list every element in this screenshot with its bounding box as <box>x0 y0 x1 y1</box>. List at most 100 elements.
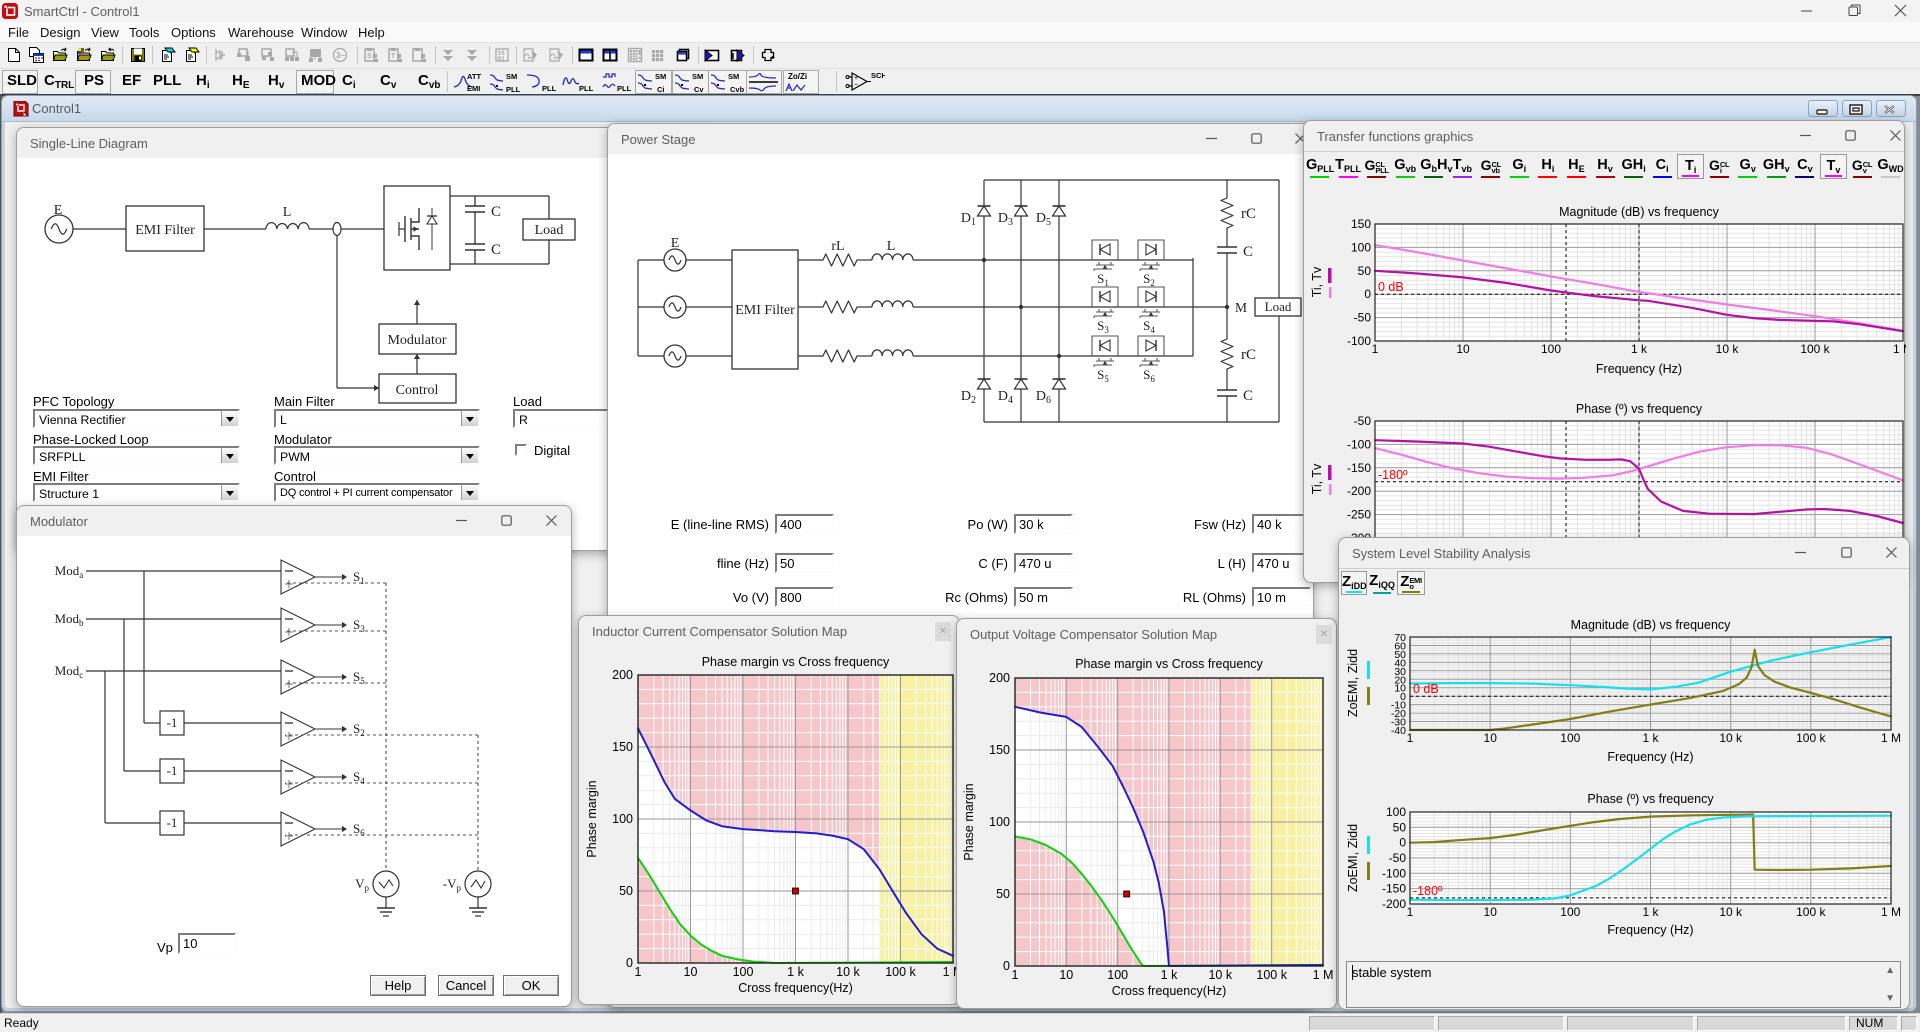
svg-text:PLL: PLL <box>506 85 521 93</box>
svg-text:3~: 3~ <box>336 51 345 60</box>
svg-text:S: S <box>367 53 372 60</box>
svg-text:1: 1 <box>1012 968 1019 982</box>
svg-text:150: 150 <box>989 743 1010 757</box>
svg-text:ZoEMI, Zidd: ZoEMI, Zidd <box>1346 649 1360 717</box>
svg-text:C: C <box>491 242 501 258</box>
svg-text:C: C <box>1243 244 1253 260</box>
svg-text:150: 150 <box>1351 217 1371 231</box>
svg-text:Cvb: Cvb <box>730 85 745 93</box>
svg-text:ZoEMI, Zidd: ZoEMI, Zidd <box>1346 824 1360 892</box>
svg-text:-100: -100 <box>1347 437 1371 451</box>
svg-text:Modulator: Modulator <box>387 333 446 348</box>
svg-text:Modc: Modc <box>55 663 84 680</box>
svg-text:50: 50 <box>1358 264 1372 278</box>
svg-text:0 dB: 0 dB <box>1413 682 1439 696</box>
svg-text:PLL: PLL <box>579 84 594 93</box>
svg-text:SM: SM <box>506 72 517 81</box>
svg-text:ATT: ATT <box>467 72 481 81</box>
svg-text:1: 1 <box>1407 731 1414 745</box>
svg-text:D1: D1 <box>961 211 976 228</box>
svg-text:100 k: 100 k <box>1796 731 1826 745</box>
svg-text:100: 100 <box>1560 731 1580 745</box>
svg-text:1 k: 1 k <box>1631 342 1648 356</box>
svg-text:Phase margin: Phase margin <box>962 783 976 860</box>
svg-text:0: 0 <box>1003 959 1010 973</box>
svg-text:D4: D4 <box>998 389 1013 406</box>
svg-text:1 k: 1 k <box>787 965 804 979</box>
svg-text:-200: -200 <box>1382 897 1406 911</box>
svg-text:SM: SM <box>655 72 666 81</box>
svg-text:Load: Load <box>535 223 564 238</box>
svg-text:1: 1 <box>1407 905 1414 919</box>
svg-text:rL: rL <box>831 239 844 254</box>
svg-text:M: M <box>1235 300 1247 315</box>
svg-text:Zo/Zi: Zo/Zi <box>788 72 807 81</box>
svg-text:Magnitude (dB) vs frequency: Magnitude (dB) vs frequency <box>1571 618 1732 632</box>
svg-text:Phase (º) vs frequency: Phase (º) vs frequency <box>1576 402 1703 416</box>
svg-text:0: 0 <box>1364 287 1371 301</box>
svg-text:1 k: 1 k <box>1642 905 1659 919</box>
svg-text:Magnitude (dB) vs frequency: Magnitude (dB) vs frequency <box>1559 205 1720 219</box>
svg-text:100: 100 <box>1386 805 1406 819</box>
svg-text:-100: -100 <box>1347 334 1371 348</box>
svg-text:S2: S2 <box>1143 271 1155 288</box>
svg-text:-40: -40 <box>1391 725 1406 737</box>
svg-text:E: E <box>671 236 680 251</box>
svg-text:10 k: 10 k <box>836 965 860 979</box>
svg-text:Frequency (Hz): Frequency (Hz) <box>1607 923 1693 937</box>
svg-text:-50: -50 <box>1354 414 1372 428</box>
svg-text:100: 100 <box>989 815 1010 829</box>
svg-text:10: 10 <box>1059 968 1073 982</box>
svg-text:100: 100 <box>733 965 754 979</box>
svg-text:1 M: 1 M <box>1313 968 1334 982</box>
svg-text:Cross frequency(Hz): Cross frequency(Hz) <box>738 981 853 995</box>
svg-text:S6: S6 <box>1143 367 1155 384</box>
svg-text:Ti, Tv: Ti, Tv <box>1310 266 1324 297</box>
svg-text:100 k: 100 k <box>1800 342 1830 356</box>
svg-text:10 k: 10 k <box>1716 342 1740 356</box>
svg-text:100: 100 <box>1560 905 1580 919</box>
svg-text:Vp: Vp <box>355 876 369 893</box>
svg-text:10: 10 <box>1484 731 1498 745</box>
svg-text:10 k: 10 k <box>1719 905 1743 919</box>
svg-text:-1: -1 <box>167 815 178 830</box>
svg-text:-50: -50 <box>1389 851 1407 865</box>
svg-text:Phase (º) vs frequency: Phase (º) vs frequency <box>1587 792 1714 806</box>
svg-text:-150: -150 <box>1382 882 1406 896</box>
svg-text:EMI Filter: EMI Filter <box>735 303 795 318</box>
svg-text:D6: D6 <box>1036 389 1051 406</box>
svg-text:Cross frequency(Hz): Cross frequency(Hz) <box>1112 984 1227 998</box>
svg-text:1: 1 <box>1372 342 1379 356</box>
svg-text:L: L <box>887 239 896 254</box>
svg-text:10: 10 <box>684 965 698 979</box>
svg-text:-100: -100 <box>1382 866 1406 880</box>
svg-text:S3: S3 <box>1097 318 1109 335</box>
svg-text:Ti, Tv: Ti, Tv <box>1310 463 1324 494</box>
svg-text:-180º: -180º <box>1378 468 1408 482</box>
svg-text:100 k: 100 k <box>1796 905 1826 919</box>
svg-text:0 dB: 0 dB <box>1378 280 1404 294</box>
svg-text:10: 10 <box>1484 905 1498 919</box>
svg-text:200: 200 <box>989 671 1010 685</box>
svg-text:50: 50 <box>996 887 1010 901</box>
svg-text:Phase margin vs Cross frequenc: Phase margin vs Cross frequency <box>702 655 890 669</box>
svg-text:150: 150 <box>612 740 633 754</box>
svg-text:Frequency (Hz): Frequency (Hz) <box>1596 362 1682 376</box>
svg-text:-50: -50 <box>1354 311 1372 325</box>
svg-text:rC: rC <box>1241 347 1256 363</box>
svg-text:-1: -1 <box>167 715 178 730</box>
svg-text:EMI: EMI <box>467 84 480 93</box>
svg-text:100: 100 <box>1541 342 1561 356</box>
svg-text:-150: -150 <box>1347 461 1371 475</box>
svg-text:Ci: Ci <box>657 85 665 93</box>
svg-text:1: 1 <box>635 965 642 979</box>
svg-text:1 k: 1 k <box>1642 731 1659 745</box>
svg-text:Phase margin: Phase margin <box>585 780 599 857</box>
svg-text:-200: -200 <box>1347 484 1371 498</box>
svg-text:100: 100 <box>1107 968 1128 982</box>
svg-text:200: 200 <box>612 668 633 682</box>
svg-text:−: − <box>854 82 858 89</box>
svg-text:D2: D2 <box>961 389 976 406</box>
svg-text:T: T <box>391 53 396 60</box>
svg-text:1 k: 1 k <box>1161 968 1178 982</box>
